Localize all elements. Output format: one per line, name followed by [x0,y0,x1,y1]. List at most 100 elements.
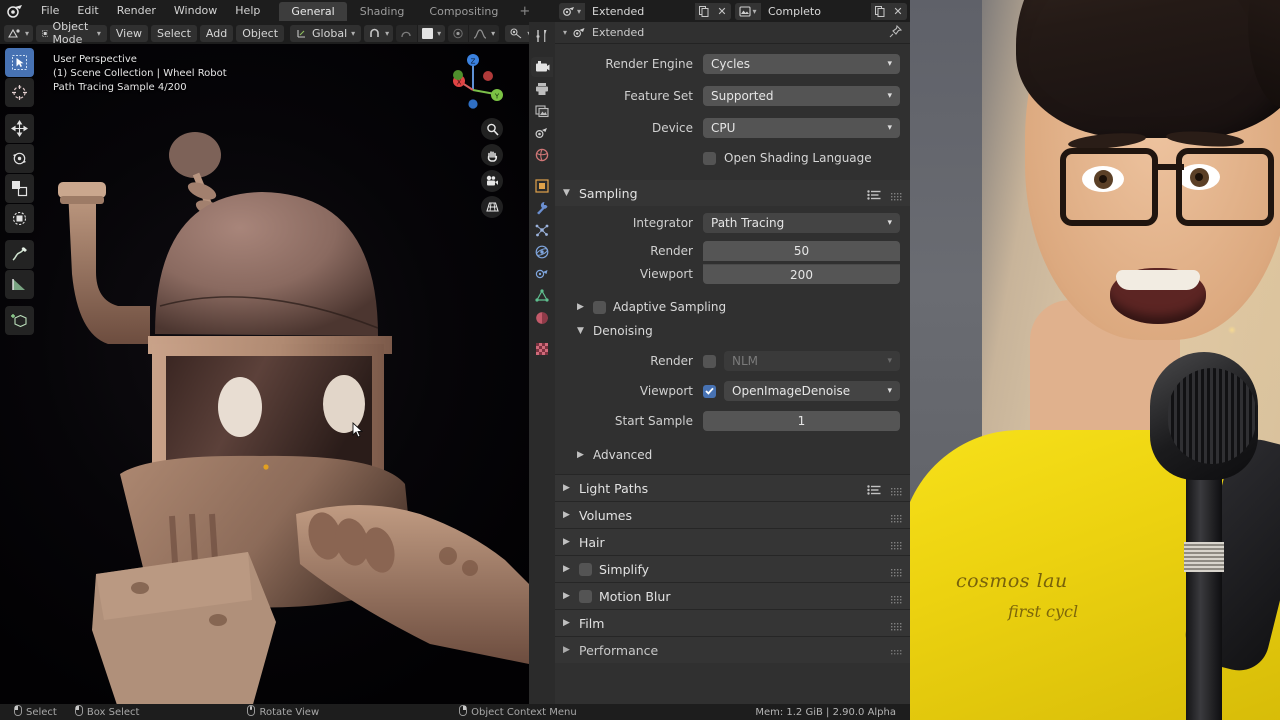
start-sample-value[interactable]: 1 [703,411,900,431]
menu-help[interactable]: Help [226,2,269,20]
falloff-curve-icon[interactable]: ▾ [469,24,500,42]
panel-performance[interactable]: ▶ Performance [555,637,910,663]
view-layer-duplicate-button[interactable] [871,2,889,20]
transform-tool[interactable] [5,204,34,233]
constraints-tab[interactable] [531,264,553,284]
scene-name[interactable]: Extended [585,2,695,20]
editor-type-icon[interactable]: ▾ [4,24,34,42]
move-tool[interactable] [5,114,34,143]
object-tab[interactable] [531,176,553,196]
proportional-falloff-swatch[interactable]: ▾ [418,24,446,42]
advanced-header[interactable]: ▶ Advanced [555,443,910,467]
drag-grip-icon[interactable] [891,511,902,523]
denoise-viewport-checkbox[interactable] [703,384,716,398]
workspace-tab-shading[interactable]: Shading [348,2,417,21]
drag-grip-icon[interactable] [891,189,902,201]
panel-motion-blur[interactable]: ▶ Motion Blur [555,583,910,609]
workspace-tab-general[interactable]: General [279,1,347,21]
render-engine-dropdown[interactable]: Cycles ▾ [703,54,900,74]
snap-target-icon[interactable] [448,24,469,42]
viewport-menu-add[interactable]: Add [199,24,234,42]
annotate-tool[interactable] [5,240,34,269]
denoise-viewport-dropdown[interactable]: OpenImageDenoise ▾ [724,381,900,401]
panel-hair[interactable]: ▶ Hair [555,529,910,555]
preset-list-icon[interactable] [867,483,881,495]
menu-render[interactable]: Render [108,2,165,20]
motion-blur-checkbox[interactable] [579,589,592,603]
simplify-checkbox[interactable] [579,562,592,576]
viewport-menu-select[interactable]: Select [150,24,197,42]
menu-edit[interactable]: Edit [68,2,107,20]
render-samples-value[interactable]: 50 [703,241,900,261]
magnet-icon[interactable]: ▾ [364,24,394,42]
material-tab[interactable] [531,308,553,328]
feature-set-value: Supported [711,89,774,103]
mode-selector[interactable]: Object Mode ▾ [36,20,107,46]
denoise-render-dropdown[interactable]: NLM ▾ [724,351,900,371]
denoising-header[interactable]: ▼ Denoising [555,319,910,343]
drag-grip-icon[interactable] [891,619,902,631]
tool-tab[interactable] [531,26,553,46]
viewport-menu-object[interactable]: Object [236,24,285,42]
scene-duplicate-button[interactable] [695,2,713,20]
workspace-tab-compositing[interactable]: Compositing [417,2,510,21]
drag-grip-icon[interactable] [891,646,902,655]
panel-light-paths[interactable]: ▶ Light Paths [555,475,910,501]
physics-tab[interactable] [531,242,553,262]
transform-orientation-selector[interactable]: Global ▾ [290,24,362,42]
denoise-render-checkbox[interactable] [703,354,716,368]
view-layer-icon[interactable]: ▾ [735,2,761,20]
cursor-tool[interactable] [5,78,34,107]
breadcrumb-dropdown-icon[interactable]: ▾ [563,28,567,37]
scene-tab[interactable] [531,123,553,143]
render-tab[interactable] [531,57,553,77]
rotate-tool[interactable] [5,144,34,173]
menu-file[interactable]: File [32,2,68,20]
scene-selector[interactable]: ▾ Extended ✕ [559,2,731,20]
navigation-gizmo[interactable]: Z X Y [445,50,511,116]
drag-grip-icon[interactable] [891,484,902,496]
osl-checkbox[interactable] [703,151,716,165]
pin-icon[interactable] [889,24,903,41]
view-layer-close-button[interactable]: ✕ [889,2,907,20]
panel-simplify[interactable]: ▶ Simplify [555,556,910,582]
menu-window[interactable]: Window [165,2,226,20]
output-tab[interactable] [531,79,553,99]
scale-tool[interactable] [5,174,34,203]
camera-icon[interactable] [481,170,503,192]
scene-icon[interactable]: ▾ [559,2,585,20]
add-cube-tool[interactable] [5,306,34,335]
tweak-tool[interactable] [5,48,34,77]
world-tab[interactable] [531,145,553,165]
3d-viewport[interactable]: User Perspective (1) Scene Collection | … [0,44,529,704]
drag-grip-icon[interactable] [891,565,902,577]
scene-close-button[interactable]: ✕ [713,2,731,20]
texture-tab[interactable] [531,339,553,359]
add-workspace-button[interactable]: + [511,2,538,21]
drag-grip-icon[interactable] [891,592,902,604]
drag-grip-icon[interactable] [891,538,902,550]
adaptive-sampling-header[interactable]: ▶ Adaptive Sampling [555,295,910,319]
magnifier-icon[interactable] [481,118,503,140]
adaptive-sampling-checkbox[interactable] [593,300,606,314]
panel-film[interactable]: ▶ Film [555,610,910,636]
feature-set-dropdown[interactable]: Supported ▾ [703,86,900,106]
panel-volumes[interactable]: ▶ Volumes [555,502,910,528]
blender-logo-icon[interactable] [6,3,24,19]
proportional-edit-icon[interactable] [396,24,418,42]
sampling-panel-header[interactable]: ▼ Sampling [555,180,910,206]
measure-tool[interactable] [5,270,34,299]
viewport-menu-view[interactable]: View [109,24,148,42]
view-layer-tab[interactable] [531,101,553,121]
device-dropdown[interactable]: CPU ▾ [703,118,900,138]
hand-icon[interactable] [481,144,503,166]
viewport-samples-value[interactable]: 200 [703,264,900,284]
view-layer-selector[interactable]: ▾ Completo ✕ [735,2,907,20]
view-layer-name[interactable]: Completo [761,2,871,20]
modifier-tab[interactable] [531,198,553,218]
data-tab[interactable] [531,286,553,306]
particles-tab[interactable] [531,220,553,240]
integrator-dropdown[interactable]: Path Tracing ▾ [703,213,900,233]
grid-perspective-icon[interactable] [481,196,503,218]
preset-list-icon[interactable] [867,188,881,200]
